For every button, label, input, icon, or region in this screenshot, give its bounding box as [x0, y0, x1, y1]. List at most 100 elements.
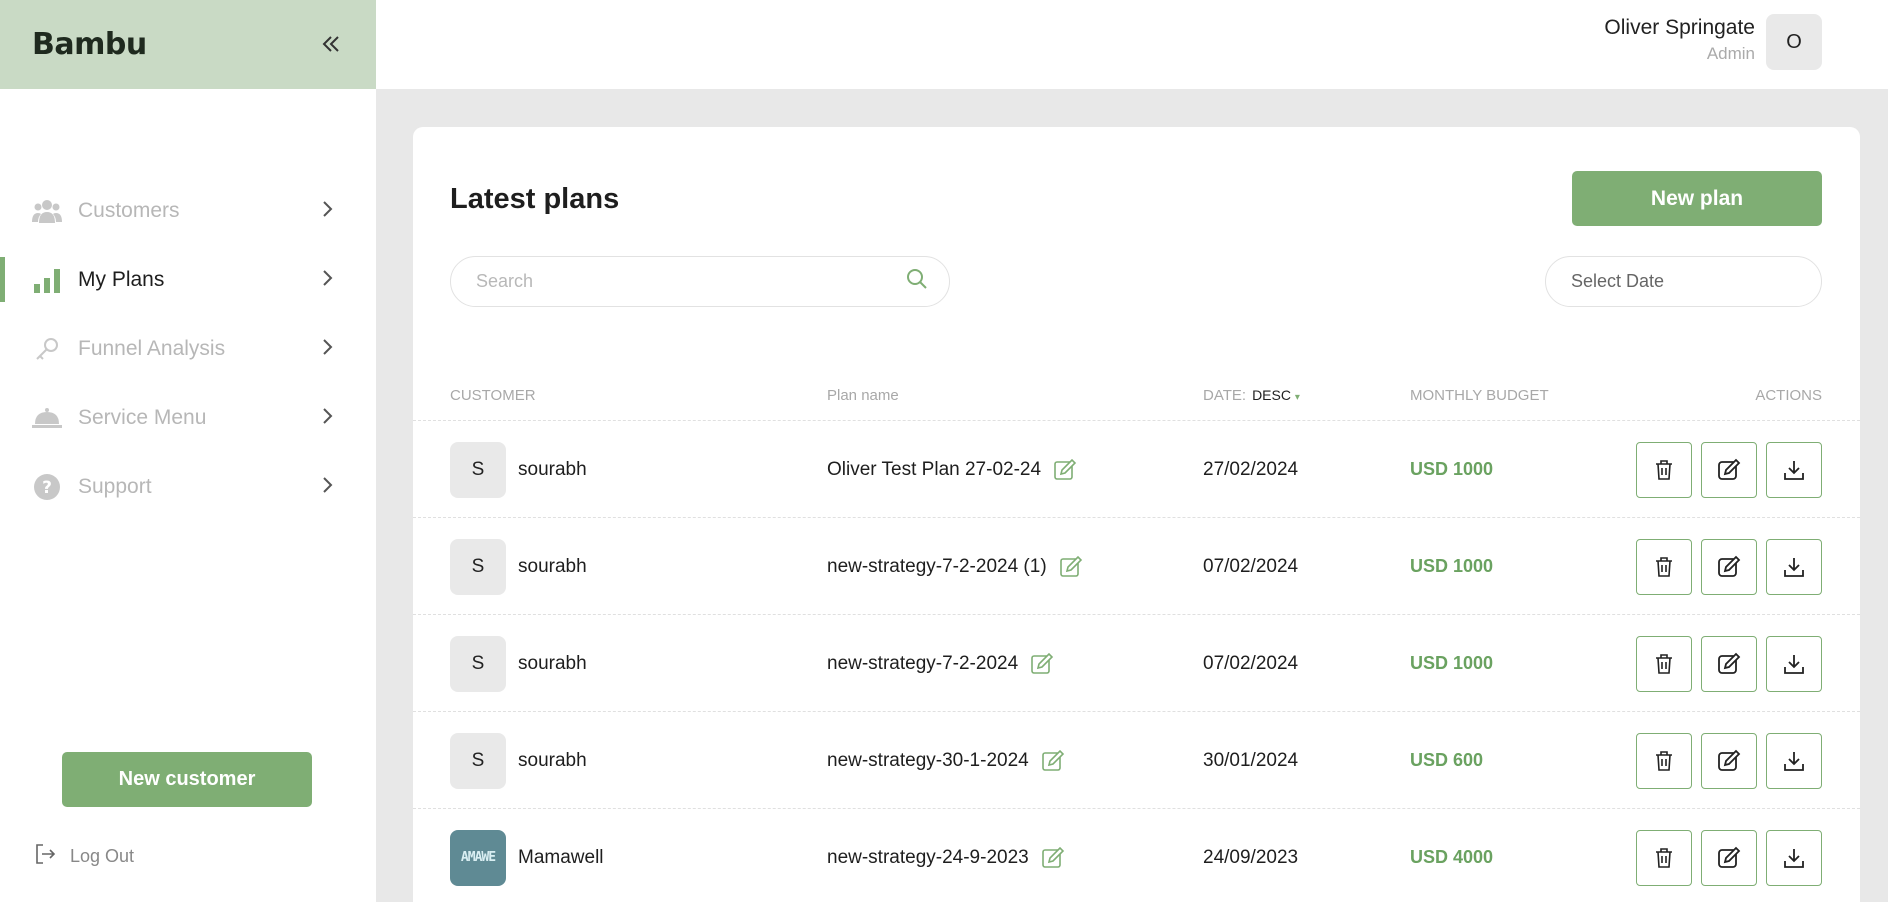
sidebar-item-label: Customers	[78, 198, 180, 222]
sidebar-item-funnel-analysis[interactable]: Funnel Analysis	[0, 314, 376, 383]
date-cell: 24/09/2023	[1203, 809, 1298, 902]
chevrons-left-icon[interactable]	[320, 32, 342, 58]
edit-plan-name-icon[interactable]	[1041, 846, 1065, 870]
sidebar-item-my-plans[interactable]: My Plans	[0, 245, 376, 314]
date-cell: 07/02/2024	[1203, 518, 1298, 615]
customer-cell: S sourabh	[450, 615, 587, 712]
edit-icon	[1718, 555, 1741, 577]
bell-icon	[32, 403, 62, 433]
plan-date: 24/09/2023	[1203, 846, 1299, 868]
customer-name: sourabh	[518, 652, 587, 674]
search-box	[450, 256, 950, 307]
customer-cell: S sourabh	[450, 712, 587, 809]
plan-name: Oliver Test Plan 27-02-24	[827, 458, 1042, 480]
plan-name: new-strategy-30-1-2024	[827, 749, 1029, 771]
date-cell: 07/02/2024	[1203, 615, 1298, 712]
plan-name-cell: new-strategy-7-2-2024	[827, 615, 1054, 712]
edit-plan-name-icon[interactable]	[1041, 749, 1065, 773]
sidebar-item-customers[interactable]: Customers	[0, 176, 376, 245]
edit-button[interactable]	[1701, 538, 1757, 595]
download-button[interactable]	[1766, 829, 1822, 886]
edit-plan-name-icon[interactable]	[1030, 652, 1054, 676]
customer-name: Mamawell	[518, 846, 604, 868]
plan-name-cell: new-strategy-7-2-2024 (1)	[827, 518, 1083, 615]
edit-button[interactable]	[1701, 732, 1757, 789]
page-title: Latest plans	[450, 183, 620, 215]
delete-button[interactable]	[1636, 538, 1692, 595]
monthly-budget: USD 1000	[1410, 653, 1494, 673]
download-button[interactable]	[1766, 441, 1822, 498]
sidebar-item-label: My Plans	[78, 267, 165, 291]
table-row: S sourabh Oliver Test Plan 27-02-24 27/0…	[413, 421, 1860, 518]
plan-name-cell: new-strategy-24-9-2023	[827, 809, 1065, 902]
plan-date: 07/02/2024	[1203, 652, 1299, 674]
new-customer-button[interactable]: New customer	[62, 752, 312, 807]
download-button[interactable]	[1766, 732, 1822, 789]
date-sort-toggle[interactable]: DESC ▾	[1252, 387, 1300, 403]
column-plan-name: Plan name	[827, 387, 899, 404]
chevron-right-icon	[322, 405, 334, 431]
trash-icon	[1656, 847, 1672, 868]
bar-chart-icon	[32, 265, 62, 295]
edit-icon	[1718, 846, 1741, 868]
download-icon	[1784, 460, 1804, 480]
budget-cell: USD 1000	[1410, 615, 1493, 712]
sidebar-item-support[interactable]: ? Support	[0, 452, 376, 521]
customer-cell: S sourabh	[450, 421, 587, 518]
budget-cell: USD 600	[1410, 712, 1483, 809]
delete-button[interactable]	[1636, 829, 1692, 886]
download-button[interactable]	[1766, 538, 1822, 595]
date-cell: 27/02/2024	[1203, 421, 1298, 518]
plan-name: new-strategy-7-2-2024 (1)	[827, 555, 1047, 577]
chevron-right-icon	[322, 336, 334, 362]
monthly-budget: USD 600	[1410, 750, 1484, 770]
logout-button[interactable]: Log Out	[34, 843, 134, 870]
trash-icon	[1656, 653, 1672, 674]
logout-label: Log Out	[70, 846, 135, 866]
sidebar-item-label: Funnel Analysis	[78, 336, 226, 360]
plans-card: Latest plans New plan Select Date CUSTOM…	[413, 127, 1860, 902]
customer-name: sourabh	[518, 555, 587, 577]
sidebar-nav: Customers My Plans Funnel Analysis Servi…	[0, 176, 376, 521]
edit-plan-name-icon[interactable]	[1053, 458, 1077, 482]
help-icon: ?	[32, 472, 62, 502]
sidebar-item-label: Service Menu	[78, 405, 207, 429]
edit-plan-name-icon[interactable]	[1059, 555, 1083, 579]
chevron-right-icon	[322, 198, 334, 224]
avatar[interactable]: O	[1766, 14, 1822, 70]
search-input[interactable]	[476, 271, 905, 292]
monthly-budget: USD 1000	[1410, 556, 1494, 576]
monthly-budget: USD 4000	[1410, 847, 1494, 867]
sidebar-item-label: Support	[78, 474, 152, 498]
caret-down-icon: ▾	[1294, 392, 1300, 403]
column-monthly-budget: MONTHLY BUDGET	[1410, 387, 1549, 404]
budget-cell: USD 1000	[1410, 518, 1493, 615]
edit-icon	[1718, 458, 1741, 480]
edit-button[interactable]	[1701, 635, 1757, 692]
search-icon[interactable]	[905, 267, 929, 296]
new-plan-button[interactable]: New plan	[1572, 171, 1822, 226]
download-icon	[1784, 557, 1804, 577]
actions-cell	[1627, 615, 1822, 712]
customer-cell: AMAWE Mamawell	[450, 809, 604, 902]
edit-button[interactable]	[1701, 441, 1757, 498]
actions-cell	[1627, 712, 1822, 809]
trash-icon	[1656, 459, 1672, 480]
table-row: S sourabh new-strategy-7-2-2024 (1) 07/0…	[413, 518, 1860, 615]
plan-date: 07/02/2024	[1203, 555, 1299, 577]
column-date: DATE: DESC ▾	[1203, 387, 1300, 404]
table-header: CUSTOMER Plan name DATE: DESC ▾ MONTHLY B…	[413, 373, 1860, 421]
download-button[interactable]	[1766, 635, 1822, 692]
delete-button[interactable]	[1636, 635, 1692, 692]
user-role: Admin	[1706, 44, 1755, 63]
delete-button[interactable]	[1636, 732, 1692, 789]
chevron-right-icon	[322, 267, 334, 293]
sidebar: Bambu Customers My Plans Funnel Analysis	[0, 0, 376, 902]
sidebar-item-service-menu[interactable]: Service Menu	[0, 383, 376, 452]
delete-button[interactable]	[1636, 441, 1692, 498]
plan-name-cell: new-strategy-30-1-2024	[827, 712, 1065, 809]
top-bar: Oliver Springate Admin O	[376, 0, 1888, 89]
edit-button[interactable]	[1701, 829, 1757, 886]
date-select[interactable]: Select Date	[1545, 256, 1822, 307]
download-icon	[1784, 848, 1804, 868]
